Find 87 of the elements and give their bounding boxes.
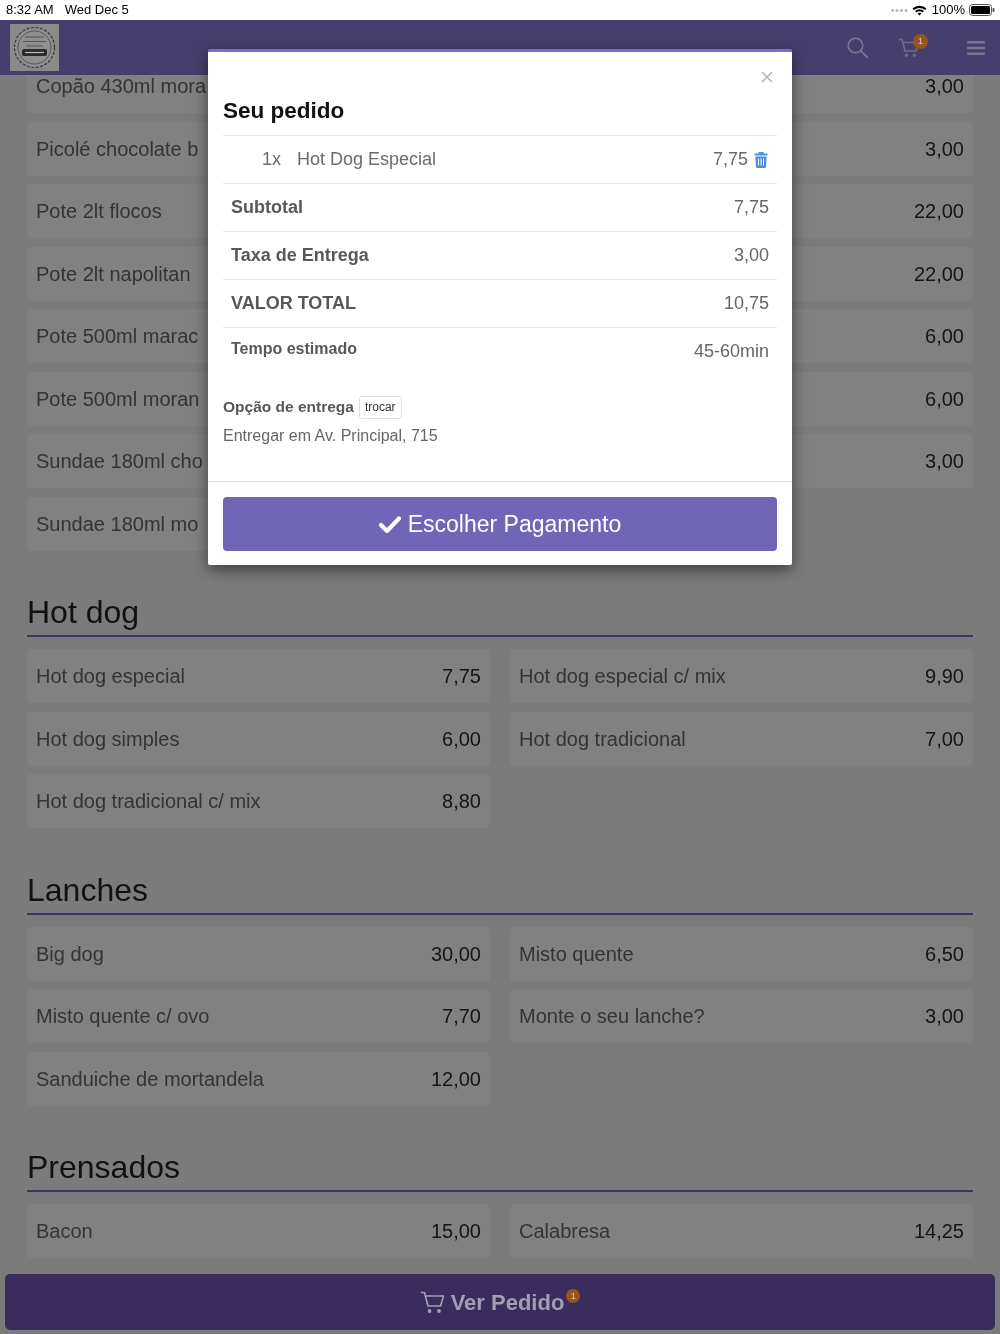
item-name: Hot dog especial c/ mix	[519, 666, 726, 686]
summary-label: VALOR TOTAL	[231, 292, 356, 315]
item-name: Monte o seu lanche?	[519, 1006, 705, 1026]
menu-item-card[interactable]: Monte o seu lanche? 3,00	[510, 989, 973, 1043]
battery-icon	[969, 4, 995, 16]
item-name: Copão 430ml mora	[36, 76, 207, 96]
item-price: 6,50	[925, 943, 964, 964]
check-icon	[378, 515, 401, 533]
menu-item-card[interactable]: Hot dog especial c/ mix 9,90	[510, 649, 973, 703]
item-name: Misto quente	[519, 943, 634, 964]
summary-label: Tempo estimado	[231, 339, 357, 359]
choose-payment-button[interactable]: Escolher Pagamento	[223, 497, 777, 551]
item-name: Pote 500ml marac	[36, 326, 199, 346]
item-price: 3,00	[925, 1006, 964, 1026]
view-order-button[interactable]: Ver Pedido 1	[5, 1274, 995, 1330]
menu-item-card[interactable]: Big dog 30,00	[27, 926, 490, 981]
item-name: Calabresa	[519, 1221, 611, 1241]
item-name: Hot dog especial	[36, 666, 185, 686]
summary-value: 3,00	[733, 244, 769, 267]
item-name: Pote 2lt flocos	[36, 201, 162, 221]
item-price: 12,00	[430, 1068, 481, 1089]
logo-icon[interactable]	[10, 24, 59, 71]
section-heading: Prensados	[27, 1148, 180, 1187]
order-count-badge: 1	[566, 1289, 581, 1303]
item-price: 7,75	[442, 666, 481, 686]
status-date: Wed Dec 5	[64, 2, 129, 18]
item-price: 6,00	[925, 388, 964, 409]
item-price: 8,80	[442, 791, 481, 811]
item-price: 7,70	[442, 1006, 481, 1026]
cart-count-badge: 1	[913, 33, 928, 49]
item-price: 30,00	[430, 943, 481, 964]
item-name: Hot dog tradicional	[519, 728, 686, 749]
menu-item-card[interactable]: Sanduiche de mortandela 12,00	[27, 1051, 490, 1106]
item-price: 3,00	[925, 76, 964, 96]
item-price: 3,00	[925, 138, 964, 159]
item-name: Pote 2lt napolitan	[36, 263, 191, 284]
item-price: 6,00	[925, 326, 964, 346]
item-price: 9,90	[925, 666, 964, 686]
item-name: Big dog	[36, 943, 104, 964]
section-heading: Lanches	[27, 870, 148, 910]
change-button[interactable]: trocar	[358, 395, 402, 419]
cart-icon	[419, 1290, 445, 1314]
item-name: Sanduiche de mortandela	[36, 1068, 264, 1089]
item-price: 22,00	[913, 201, 964, 221]
modal-title: Seu pedido	[223, 97, 345, 125]
wifi-icon	[911, 4, 927, 16]
menu-item-card[interactable]: Hot dog tradicional c/ mix 8,80	[27, 774, 490, 828]
delivery-address: Entregar em Av. Principal, 715	[223, 426, 438, 446]
menu-item-card[interactable]: Misto quente 6,50	[510, 926, 973, 981]
order-item-name: Hot Dog Especial	[297, 148, 437, 171]
item-price: 22,00	[913, 263, 964, 284]
menu-item-card[interactable]: Bacon 15,00	[27, 1204, 490, 1258]
trash-icon[interactable]	[754, 151, 768, 168]
item-name: Misto quente c/ ovo	[36, 1006, 210, 1026]
battery-percent: 100%	[931, 2, 965, 18]
summary-value: 45-60min	[693, 340, 769, 363]
item-name: Hot dog tradicional c/ mix	[36, 791, 261, 811]
signal-dots-icon	[890, 8, 908, 12]
summary-label: Subtotal	[231, 196, 303, 219]
summary-label: Taxa de Entrega	[231, 244, 369, 267]
status-time: 8:32 AM	[6, 2, 54, 18]
section-heading: Hot dog	[27, 593, 140, 632]
close-icon[interactable]	[761, 71, 773, 83]
item-name: Sundae 180ml cho	[36, 451, 203, 471]
item-price: 7,00	[925, 728, 964, 749]
item-name: Bacon	[36, 1221, 93, 1241]
order-item-price: 7,75	[712, 148, 748, 171]
summary-value: 10,75	[723, 292, 769, 315]
menu-item-card[interactable]: Calabresa 14,25	[510, 1204, 973, 1258]
item-price: 6,00	[442, 728, 481, 749]
item-name: Picolé chocolate b	[36, 138, 199, 159]
item-quantity: 1x	[262, 148, 282, 171]
menu-item-card[interactable]: Hot dog simples 6,00	[27, 711, 490, 766]
cart-icon[interactable]	[898, 37, 920, 58]
menu-icon[interactable]	[967, 40, 985, 55]
menu-item-card[interactable]: Misto quente c/ ovo 7,70	[27, 989, 490, 1043]
search-icon[interactable]	[847, 37, 868, 58]
delivery-label: Opção de entrega	[223, 397, 354, 417]
summary-value: 7,75	[733, 196, 769, 219]
item-name: Pote 500ml moran	[36, 388, 200, 409]
item-price: 14,25	[913, 1221, 964, 1241]
item-name: Hot dog simples	[36, 728, 180, 749]
item-price: 3,00	[925, 451, 964, 471]
item-price: 15,00	[430, 1221, 481, 1241]
item-name: Sundae 180ml mo	[36, 513, 199, 534]
menu-item-card[interactable]: Hot dog tradicional 7,00	[510, 711, 973, 766]
menu-item-card[interactable]: Hot dog especial 7,75	[27, 649, 490, 703]
